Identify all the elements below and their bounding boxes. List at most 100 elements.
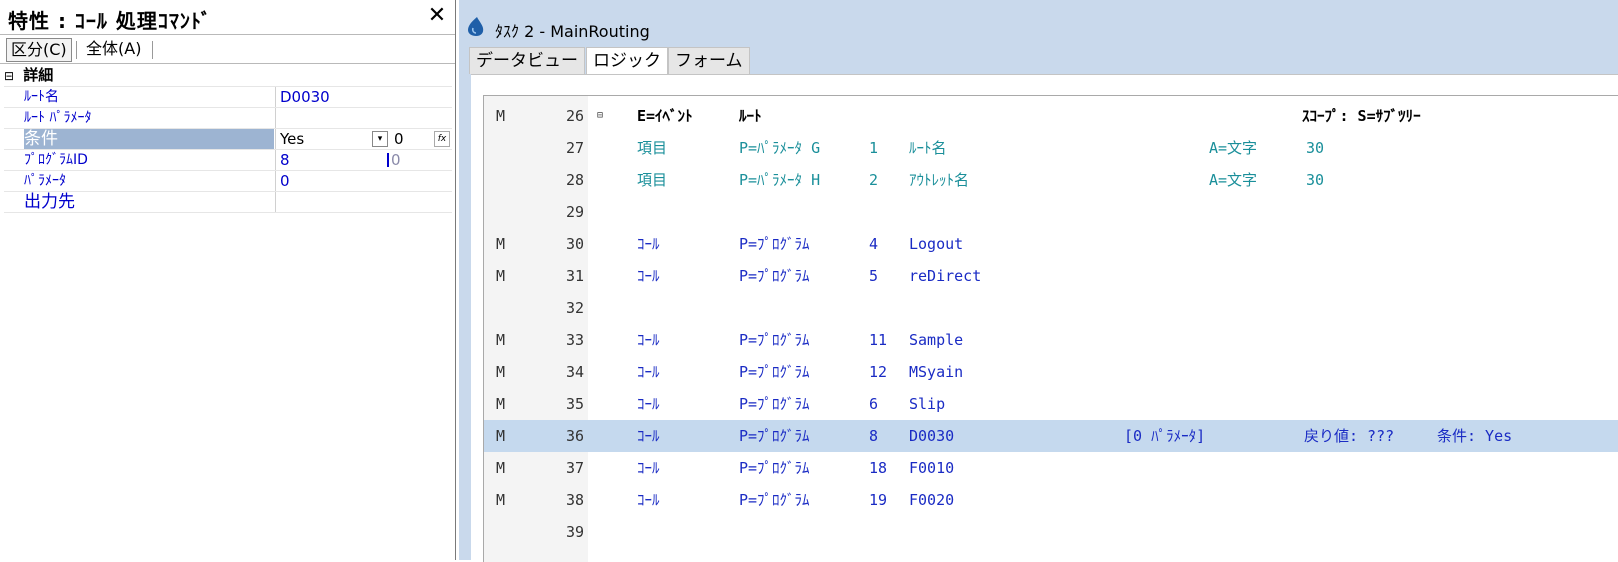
property-value[interactable] [275, 108, 452, 128]
collapse-icon[interactable]: ⊟ [597, 100, 603, 132]
line-type: P=ﾌﾟﾛｸﾞﾗﾑ [739, 491, 810, 509]
tab-form[interactable]: フォーム [668, 47, 750, 74]
line-number: 31 [565, 267, 584, 285]
line-number: 33 [565, 331, 584, 349]
line-id: 6 [869, 395, 879, 413]
property-name: ﾌﾟﾛｸﾞﾗﾑID [24, 152, 88, 168]
code-line[interactable]: M 34 ｺｰﾙ P=ﾌﾟﾛｸﾞﾗﾑ 12 MSyain [484, 356, 1618, 388]
line-number: 30 [565, 235, 584, 253]
code-line[interactable]: M 37 ｺｰﾙ P=ﾌﾟﾛｸﾞﾗﾑ 18 F0010 [484, 452, 1618, 484]
tab-section[interactable]: 区分(C) [6, 38, 72, 62]
line-id: 11 [869, 331, 888, 349]
line-mark: M [496, 459, 506, 477]
line-name: Slip [909, 395, 946, 413]
line-mark: M [496, 331, 506, 349]
properties-title-bar: 特性 : ｺｰﾙ 処理ｺﾏﾝﾄﾞ ✕ [0, 0, 455, 35]
line-id: 12 [869, 363, 888, 381]
line-type: P=ﾌﾟﾛｸﾞﾗﾑ [739, 395, 810, 413]
app-drop-icon [468, 17, 484, 36]
property-row-route-name[interactable]: ﾙｰﾄ名 D0030 [4, 87, 452, 108]
line-name: MSyain [909, 363, 964, 381]
scope-label: ｽｺｰﾌﾟ: S=ｻﾌﾞﾂﾘｰ [1302, 107, 1421, 125]
code-line[interactable]: 32 [484, 292, 1618, 324]
line-name: Sample [909, 331, 964, 349]
property-name: ﾙｰﾄ ﾊﾟﾗﾒｰﾀ [24, 110, 92, 126]
tab-data-view[interactable]: データビュー [469, 47, 585, 74]
property-row-condition[interactable]: 条件 Yes ▾ 0 fx [4, 129, 452, 150]
route-label: ﾙｰﾄ [739, 107, 762, 125]
line-command: ｺｰﾙ [637, 491, 660, 509]
line-command: ｺｰﾙ [637, 331, 660, 349]
line-number: 32 [565, 299, 584, 317]
collapse-icon[interactable]: ⊟ [4, 67, 18, 86]
code-line[interactable]: M 35 ｺｰﾙ P=ﾌﾟﾛｸﾞﾗﾑ 6 Slip [484, 388, 1618, 420]
condition-number[interactable]: 0 [394, 129, 404, 149]
code-line[interactable]: M 31 ｺｰﾙ P=ﾌﾟﾛｸﾞﾗﾑ 5 reDirect [484, 260, 1618, 292]
line-size: 30 [1306, 139, 1325, 157]
task-editor-window: ﾀｽｸ 2 - MainRouting データビュー ロジック フォーム M 2… [459, 0, 1618, 562]
line-name: Logout [909, 235, 964, 253]
property-row-parameters[interactable]: ﾊﾟﾗﾒｰﾀ 0 [4, 171, 452, 192]
line-type: P=ﾌﾟﾛｸﾞﾗﾑ [739, 459, 810, 477]
line-mark: M [496, 491, 506, 509]
property-row-route-param[interactable]: ﾙｰﾄ ﾊﾟﾗﾒｰﾀ [4, 108, 452, 129]
code-line-header[interactable]: M 26 ⊟ E=ｲﾍﾞﾝﾄ ﾙｰﾄ ｽｺｰﾌﾟ: S=ｻﾌﾞﾂﾘｰ [484, 100, 1618, 132]
tab-logic[interactable]: ロジック [586, 47, 668, 75]
chevron-down-icon[interactable]: ▾ [372, 131, 388, 147]
category-row-details[interactable]: ⊟ 詳細 [4, 66, 452, 87]
line-id: 1 [869, 139, 879, 157]
code-line[interactable]: 27 項目 P=ﾊﾟﾗﾒｰﾀ G 1 ﾙｰﾄ名 A=文字 30 [484, 132, 1618, 164]
property-row-program-id[interactable]: ﾌﾟﾛｸﾞﾗﾑID 8 0 [4, 150, 452, 171]
line-id: 2 [869, 171, 879, 189]
property-row-output[interactable]: 出力先 [4, 192, 452, 213]
condition-select-value: Yes [280, 130, 305, 148]
line-number: 26 [565, 107, 584, 125]
code-line[interactable]: 39 [484, 516, 1618, 548]
property-value[interactable] [275, 192, 452, 212]
property-value[interactable]: 0 [275, 171, 452, 191]
program-id-extra: 0 [391, 151, 401, 169]
code-line[interactable]: M 30 ｺｰﾙ P=ﾌﾟﾛｸﾞﾗﾑ 4 Logout [484, 228, 1618, 260]
line-command: ｺｰﾙ [637, 459, 660, 477]
line-number: 39 [565, 523, 584, 541]
line-command: 項目 [637, 139, 668, 157]
line-number: 38 [565, 491, 584, 509]
line-command: ｺｰﾙ [637, 363, 660, 381]
line-id: 8 [869, 427, 879, 445]
close-icon[interactable]: ✕ [425, 4, 449, 28]
line-number: 28 [565, 171, 584, 189]
code-line[interactable]: 29 [484, 196, 1618, 228]
line-command: ｺｰﾙ [637, 395, 660, 413]
line-mark: M [496, 107, 506, 125]
line-mark: M [496, 427, 506, 445]
program-id-value[interactable]: 8 0 [275, 150, 452, 170]
tab-all[interactable]: 全体(A) [82, 38, 145, 60]
line-number: 36 [565, 427, 584, 445]
property-value[interactable]: D0030 [275, 87, 452, 107]
line-number: 34 [565, 363, 584, 381]
condition-value[interactable]: Yes ▾ 0 fx [275, 129, 452, 149]
code-line-selected[interactable]: M 36 ｺｰﾙ P=ﾌﾟﾛｸﾞﾗﾑ 8 D0030 [0 ﾊﾟﾗﾒｰﾀ] 戻り… [484, 420, 1618, 452]
line-number: 37 [565, 459, 584, 477]
properties-tabs: 区分(C) 全体(A) [0, 35, 455, 64]
line-id: 19 [869, 491, 888, 509]
line-number: 27 [565, 139, 584, 157]
expression-icon[interactable]: fx [434, 131, 450, 147]
line-type: P=ﾊﾟﾗﾒｰﾀ H [739, 171, 821, 189]
line-return-value: 戻り値: ??? [1304, 427, 1395, 445]
code-line[interactable]: M 38 ｺｰﾙ P=ﾌﾟﾛｸﾞﾗﾑ 19 F0020 [484, 484, 1618, 516]
line-name: F0020 [909, 491, 955, 509]
line-attr: A=文字 [1209, 139, 1258, 157]
line-command: ｺｰﾙ [637, 235, 660, 253]
line-name: ﾙｰﾄ名 [909, 139, 947, 157]
code-line[interactable]: 28 項目 P=ﾊﾟﾗﾒｰﾀ H 2 ｱｳﾄﾚｯﾄ名 A=文字 30 [484, 164, 1618, 196]
property-name: 条件 [24, 129, 274, 149]
code-line[interactable]: M 33 ｺｰﾙ P=ﾌﾟﾛｸﾞﾗﾑ 11 Sample [484, 324, 1618, 356]
logic-code-view[interactable]: M 26 ⊟ E=ｲﾍﾞﾝﾄ ﾙｰﾄ ｽｺｰﾌﾟ: S=ｻﾌﾞﾂﾘｰ 27 項目… [483, 95, 1618, 562]
line-params[interactable]: [0 ﾊﾟﾗﾒｰﾀ] [1124, 420, 1205, 452]
tab-divider [76, 41, 77, 59]
event-type: E=ｲﾍﾞﾝﾄ [637, 107, 693, 125]
line-attr: A=文字 [1209, 171, 1258, 189]
line-command: 項目 [637, 171, 668, 189]
line-mark: M [496, 267, 506, 285]
